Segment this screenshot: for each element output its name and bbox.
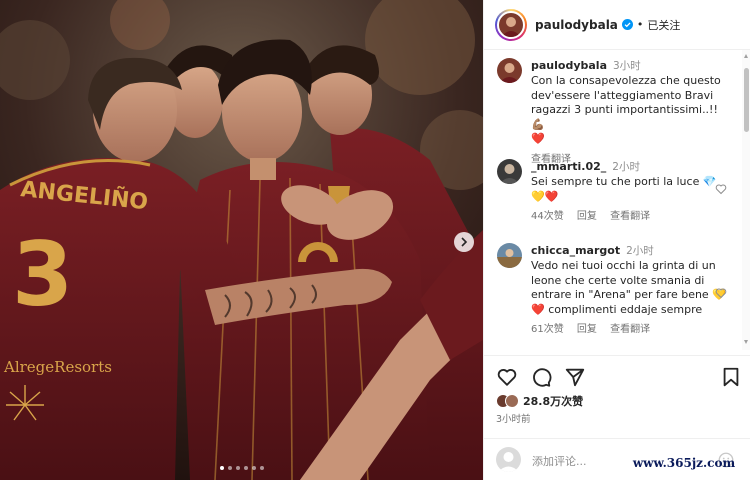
comment-like-count[interactable]: 61次赞 <box>531 324 564 335</box>
jersey-number: 3 <box>12 223 73 326</box>
share-send-icon[interactable] <box>564 366 586 388</box>
comment-list: paulodybala 3小时 Con la consapevolezza che… <box>484 50 742 355</box>
comment-time: 2小时 <box>626 245 654 257</box>
post-header: paulodybala • 已关注 <box>484 0 750 50</box>
post-timestamp: 3小时前 <box>496 414 531 425</box>
likes-summary[interactable]: 28.8万次赞 <box>496 393 583 409</box>
comment-translate-link[interactable]: 查看翻译 <box>610 211 650 222</box>
liker-avatar <box>505 394 519 408</box>
verified-badge-icon <box>621 19 633 30</box>
comment-time: 2小时 <box>612 161 640 173</box>
save-bookmark-icon[interactable] <box>720 366 742 388</box>
comment-translate-link[interactable]: 查看翻译 <box>610 324 650 335</box>
post-actions: 28.8万次赞 3小时前 <box>484 355 750 451</box>
carousel-dot <box>252 466 256 470</box>
comment-avatar[interactable] <box>497 159 522 184</box>
post-photo: ANGELIÑO 3 AlregeResorts <box>0 0 483 480</box>
comment-author[interactable]: _mmarti.02_ <box>531 160 606 173</box>
comment-like-heart-icon[interactable] <box>715 287 727 299</box>
carousel-next-button[interactable] <box>454 232 474 252</box>
comment-reply-link[interactable]: 回复 <box>577 211 597 222</box>
following-button[interactable]: 已关注 <box>647 17 680 33</box>
scroll-up-arrow-icon[interactable] <box>744 54 748 58</box>
caption-text: Con la consapevolezza che questo dev'ess… <box>531 74 721 145</box>
carousel-dot <box>228 466 232 470</box>
caption-avatar[interactable] <box>497 58 522 83</box>
carousel-indicator <box>220 466 264 470</box>
author-avatar[interactable] <box>495 8 527 41</box>
comment-text: Vedo nei tuoi occhi la grinta di un leon… <box>531 259 726 316</box>
carousel-dot <box>260 466 264 470</box>
site-watermark: www.365jz.com <box>622 452 746 474</box>
post-detail-panel: paulodybala • 已关注 paulodybala 3小时 Con la … <box>483 0 750 480</box>
comment-reply-link[interactable]: 回复 <box>577 324 597 335</box>
comment-bubble-icon[interactable] <box>530 366 552 388</box>
like-heart-icon[interactable] <box>496 366 518 388</box>
carousel-dot <box>244 466 248 470</box>
comment-like-heart-icon[interactable] <box>715 183 727 195</box>
current-user-avatar <box>496 447 521 472</box>
author-username[interactable]: paulodybala <box>535 18 618 32</box>
jersey-sponsor: AlregeResorts <box>3 358 112 376</box>
comment-text: Sei sempre tu che porti la luce 💎 💛❤️ <box>531 175 717 203</box>
carousel-dot <box>236 466 240 470</box>
scroll-down-arrow-icon[interactable] <box>744 340 748 344</box>
scrollbar-thumb[interactable] <box>744 68 749 132</box>
comment-author[interactable]: chicca_margot <box>531 244 620 257</box>
caption-author[interactable]: paulodybala <box>531 59 607 72</box>
add-comment-input[interactable]: 添加评论... <box>532 453 587 469</box>
comment-avatar[interactable] <box>497 243 522 268</box>
team-celebration-image: ANGELIÑO 3 AlregeResorts <box>0 0 483 480</box>
caption-time: 3小时 <box>613 60 641 72</box>
carousel-dot <box>220 466 224 470</box>
header-separator: • <box>636 18 644 31</box>
chevron-right-icon <box>461 237 468 247</box>
comment-like-count[interactable]: 44次赞 <box>531 211 564 222</box>
comments-scrollbar[interactable] <box>742 50 750 350</box>
likes-count[interactable]: 28.8万次赞 <box>523 393 583 409</box>
